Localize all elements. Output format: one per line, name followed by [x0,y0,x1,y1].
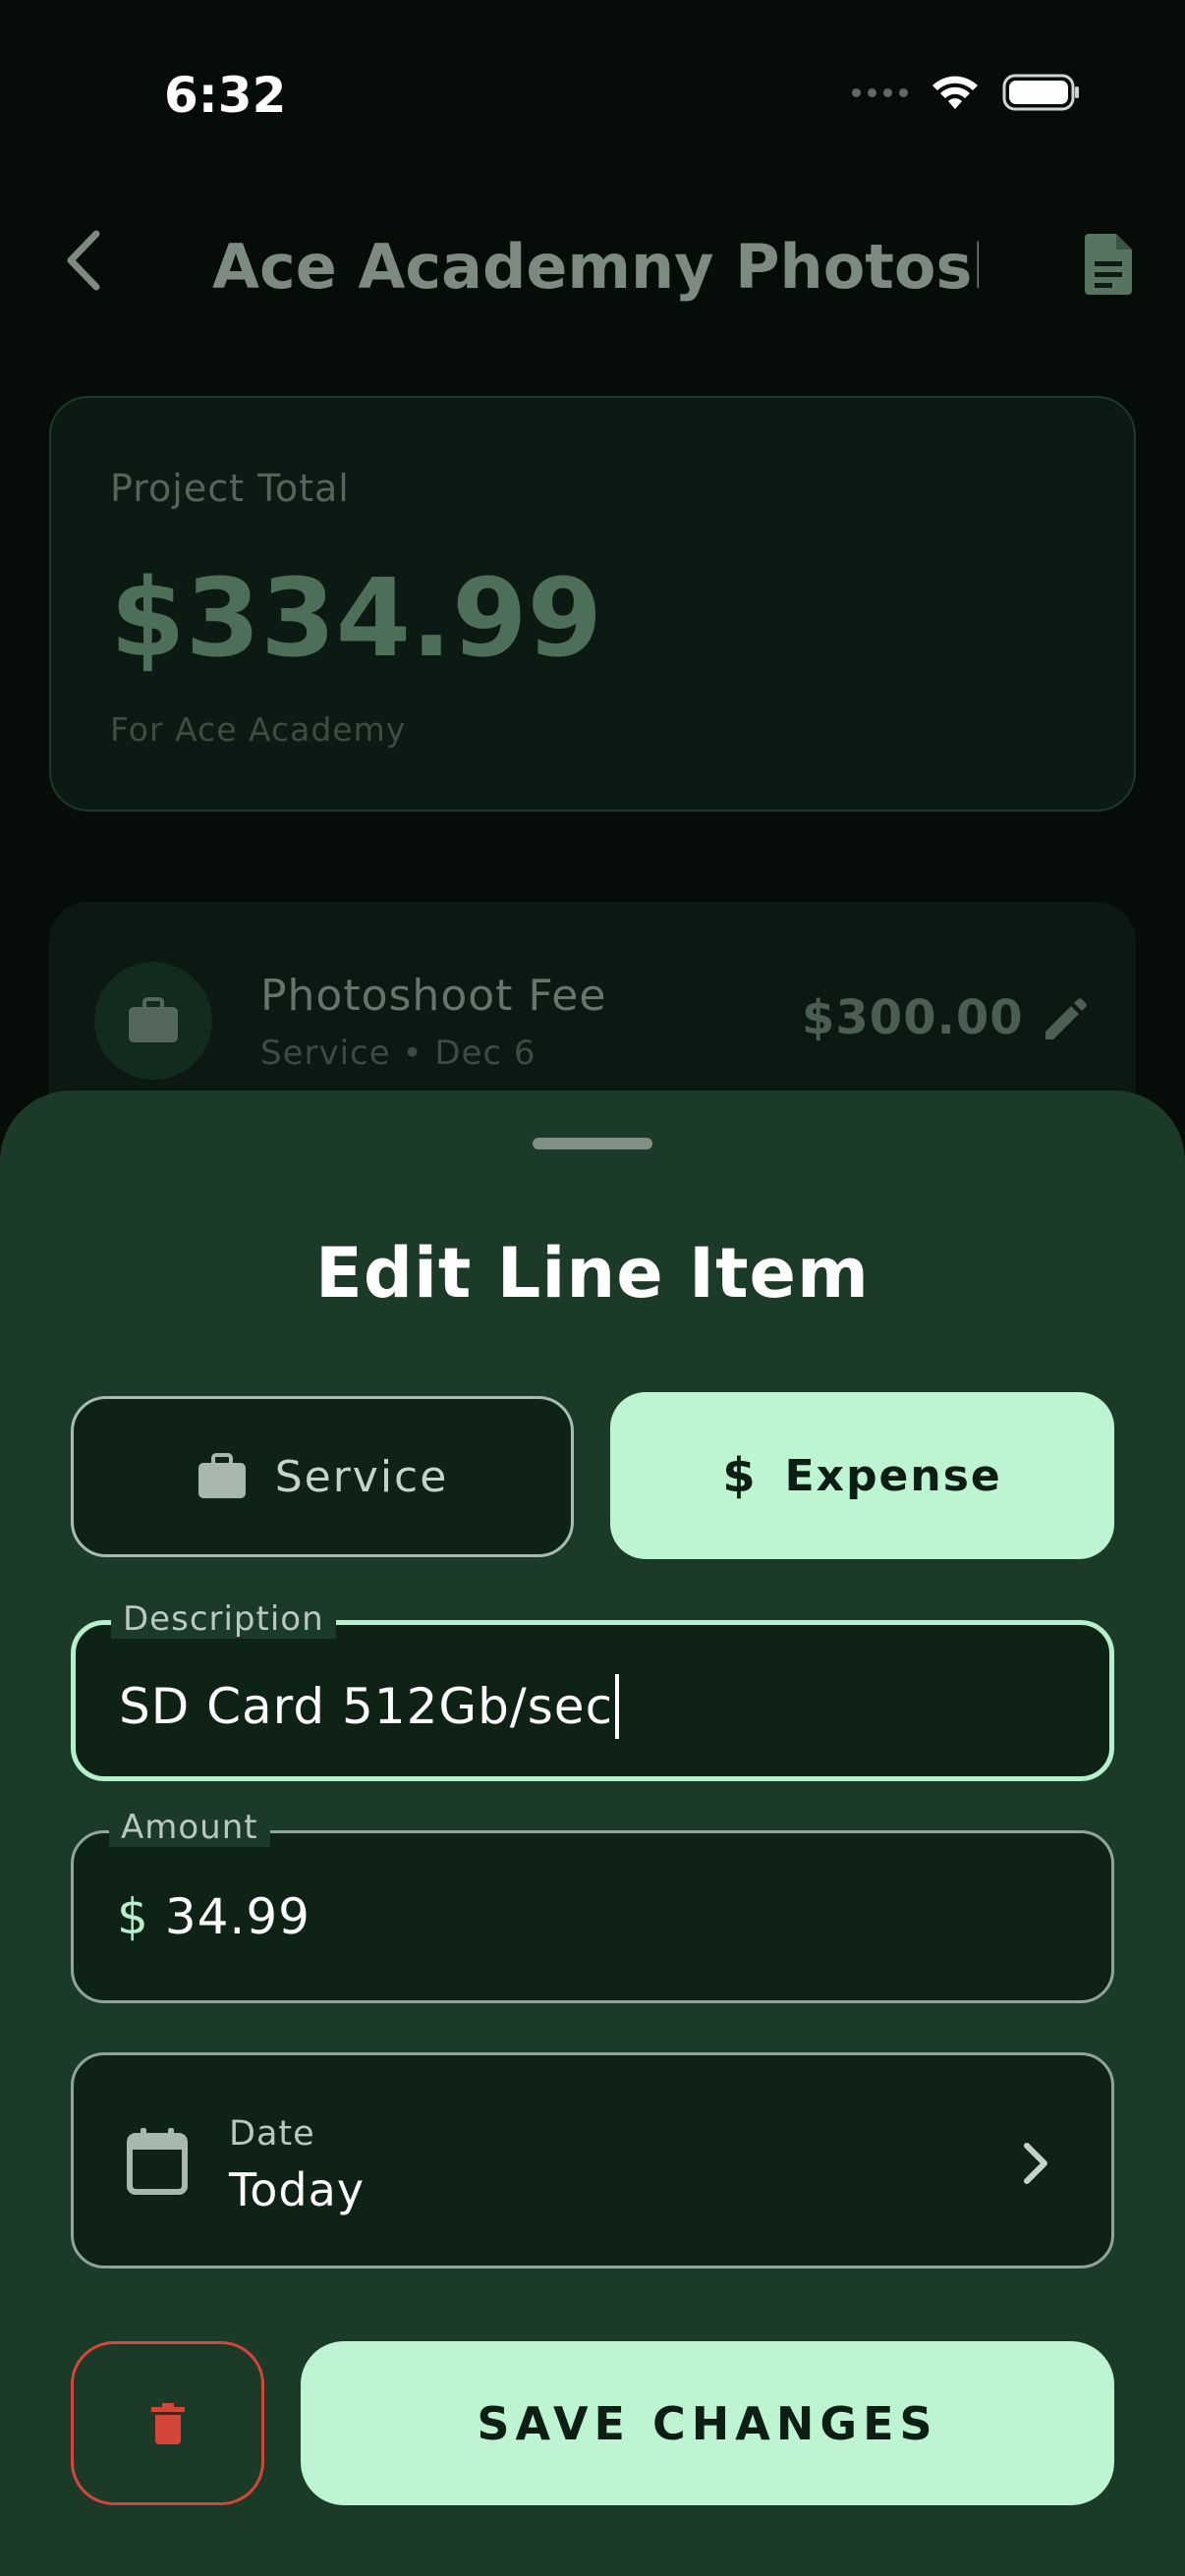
calendar-icon [127,2128,188,2195]
back-chevron-icon[interactable] [59,226,108,295]
amount-value-wrap: $ 34.99 [117,1888,310,1945]
edit-line-item-sheet: Edit Line Item Service $ Expense Descrip… [0,1091,1185,2576]
page-title: Ace Academny Photosh... [212,231,979,303]
sheet-title: Edit Line Item [315,1233,870,1314]
line-item-avatar [94,962,212,1080]
type-service-label: Service [274,1451,449,1502]
briefcase-icon [198,1453,246,1498]
battery-icon [1002,74,1079,111]
description-field[interactable]: Description SD Card 512Gb/sec [71,1599,1114,1781]
description-label: Description [111,1599,336,1639]
date-value: Today [229,2163,366,2216]
delete-button[interactable] [71,2341,264,2505]
dollar-icon: $ [722,1448,758,1503]
status-time: 6:32 [164,67,287,124]
briefcase-icon [129,997,178,1042]
line-item-meta: Service • Dec 6 [260,1034,536,1073]
type-service-button[interactable]: Service [71,1396,574,1557]
trash-icon [150,2402,185,2444]
text-caret [615,1674,620,1739]
amount-input[interactable]: 34.99 [165,1888,310,1945]
chevron-right-icon [1024,2143,1047,2184]
description-value-wrap: SD Card 512Gb/sec [119,1674,620,1739]
description-input[interactable]: SD Card 512Gb/sec [119,1678,613,1735]
amount-field[interactable]: Amount $ 34.99 [71,1808,1114,2003]
currency-prefix: $ [117,1888,149,1945]
save-changes-button[interactable]: SAVE CHANGES [301,2341,1114,2505]
wifi-icon [932,76,978,109]
status-indicators [852,73,1081,112]
date-picker-row[interactable]: Date Today [71,2052,1114,2268]
type-expense-button[interactable]: $ Expense [610,1392,1114,1559]
amount-label: Amount [109,1808,270,1847]
type-expense-label: Expense [784,1450,1002,1501]
project-total-label: Project Total [110,467,350,510]
document-icon[interactable] [1083,232,1136,297]
line-item-title: Photoshoot Fee [260,971,607,1021]
project-total-amount: $334.99 [110,555,603,681]
date-label: Date [229,2114,315,2154]
sheet-grabber[interactable] [533,1138,652,1149]
line-item-amount: $300.00 [802,990,1024,1045]
project-client: For Ace Academy [110,710,407,749]
project-total-card: Project Total $334.99 For Ace Academy [49,396,1136,812]
pencil-icon[interactable] [1040,996,1089,1045]
signal-icon [852,87,908,97]
